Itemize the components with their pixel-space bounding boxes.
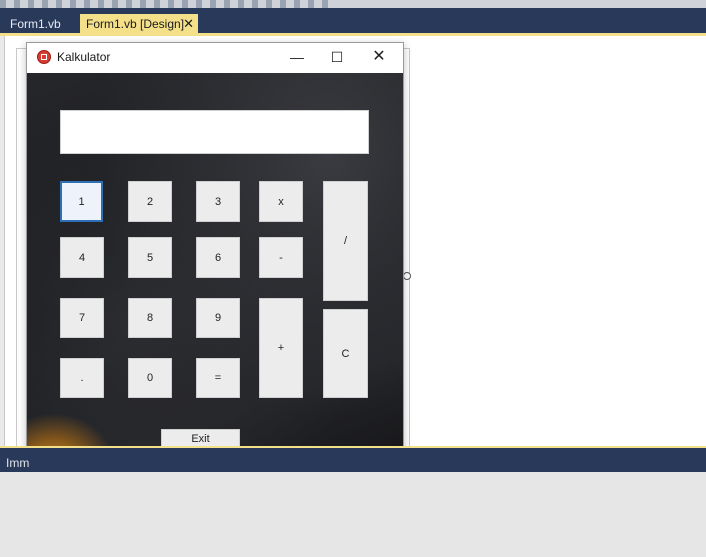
close-button[interactable]: ✕ <box>361 45 397 69</box>
key-minus[interactable]: - <box>259 237 303 278</box>
tab-label: Form1.vb [Design] <box>86 17 185 31</box>
key-divide[interactable]: / <box>323 181 368 301</box>
panel-separator <box>0 446 706 448</box>
key-5[interactable]: 5 <box>128 237 172 278</box>
key-plus[interactable]: + <box>259 298 303 398</box>
close-icon: ✕ <box>372 48 386 65</box>
immediate-window-header: Imm <box>0 446 706 472</box>
maximize-button[interactable]: ☐ <box>319 45 355 69</box>
key-3[interactable]: 3 <box>196 181 240 222</box>
result-display[interactable] <box>60 110 369 154</box>
window-title: Kalkulator <box>57 50 111 64</box>
key-dot[interactable]: . <box>60 358 104 398</box>
ide-toolbar <box>0 0 706 8</box>
key-6[interactable]: 6 <box>196 237 240 278</box>
close-icon[interactable]: ✕ <box>183 14 194 34</box>
key-equals[interactable]: = <box>196 358 240 398</box>
form-client-area: 1 2 3 x / 4 5 6 - 7 8 9 + C . 0 = Exit <box>27 73 403 489</box>
maximize-icon: ☐ <box>330 49 344 65</box>
tab-form1-vb[interactable]: Form1.vb <box>4 14 74 34</box>
key-8[interactable]: 8 <box>128 298 172 338</box>
panel-title[interactable]: Imm <box>6 456 29 470</box>
key-multiply[interactable]: x <box>259 181 303 222</box>
minimize-button[interactable]: — <box>279 45 315 69</box>
app-icon <box>37 50 51 64</box>
key-7[interactable]: 7 <box>60 298 104 338</box>
immediate-window[interactable] <box>0 472 706 557</box>
toolbar-buttons[interactable] <box>0 0 330 8</box>
key-0[interactable]: 0 <box>128 358 172 398</box>
key-2[interactable]: 2 <box>128 181 172 222</box>
document-tab-bar: Form1.vb Form1.vb [Design] ✕ <box>0 8 706 34</box>
key-9[interactable]: 9 <box>196 298 240 338</box>
window-titlebar[interactable]: Kalkulator — ☐ ✕ <box>27 43 403 73</box>
resize-handle[interactable] <box>403 272 411 280</box>
minimize-icon: — <box>290 49 304 65</box>
key-clear[interactable]: C <box>323 309 368 398</box>
tab-label: Form1.vb <box>10 17 61 31</box>
form-window: Kalkulator — ☐ ✕ 1 2 3 x / 4 5 6 - 7 8 9… <box>26 42 404 490</box>
tab-form1-design[interactable]: Form1.vb [Design] ✕ <box>80 14 198 34</box>
key-1[interactable]: 1 <box>60 181 103 222</box>
key-4[interactable]: 4 <box>60 237 104 278</box>
